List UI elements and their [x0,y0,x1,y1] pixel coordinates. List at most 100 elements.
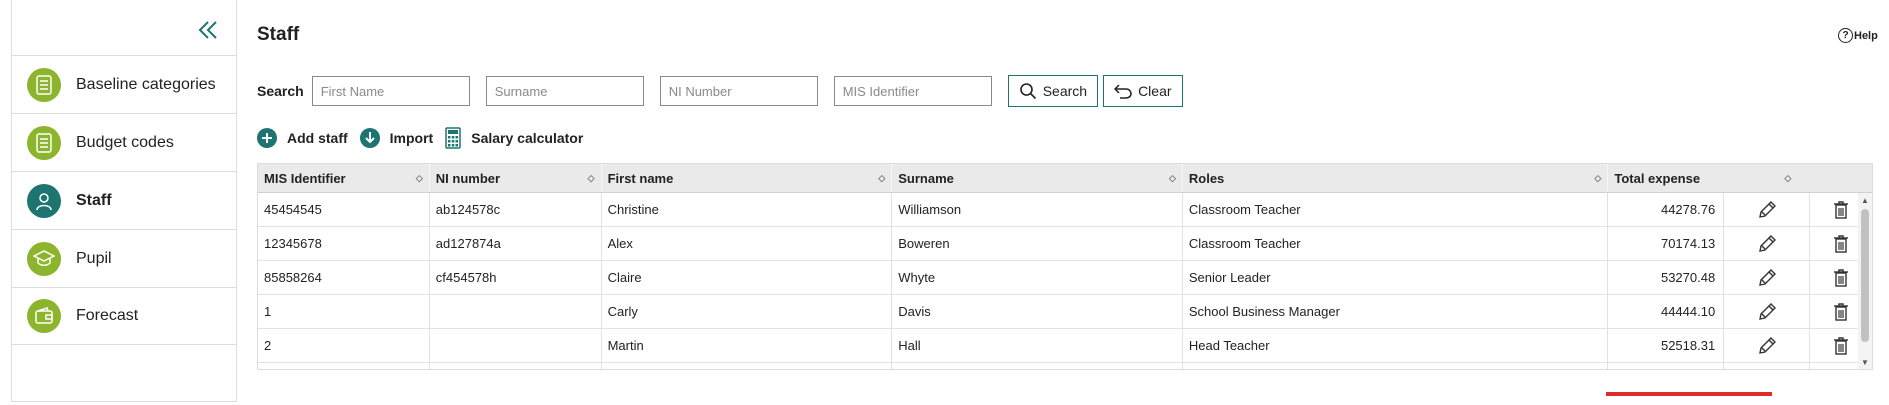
cell-empty [892,363,1183,369]
cell-total-expense: 53270.48 [1608,261,1725,294]
collapse-sidebar-icon[interactable] [197,17,227,47]
cell-total-expense: 44278.76 [1608,193,1725,226]
ni-number-input[interactable] [659,76,818,106]
column-header-label: Roles [1188,170,1225,186]
cell-first-name: Martin [602,329,893,362]
table-scrollbar[interactable]: ▲ ▼ [1858,193,1872,369]
sidebar-item-baseline-categories[interactable]: Baseline categories [12,55,236,113]
cell-mis-identifier: 2 [258,329,430,362]
cell-roles: Head Teacher [1183,329,1609,362]
cell-first-name: Carly [602,295,893,328]
scrollbar-thumb[interactable] [1861,209,1869,342]
add-staff-label: Add staff [287,130,348,146]
column-header-first-name[interactable]: First name ◇ [602,164,893,192]
actions-toolbar: Add staff Import Salary calculator [257,126,595,150]
sidebar: Baseline categories Budget codes Staff P… [11,0,237,402]
sidebar-item-label: Budget codes [76,133,174,151]
cell-first-name: Christine [602,193,893,226]
cell-surname: Davis [892,295,1183,328]
sort-icon: ◇ [587,173,595,183]
clear-button[interactable]: Clear [1103,75,1183,107]
table-row: 1 Carly Davis School Business Manager 44… [258,295,1872,329]
salary-calculator-label: Salary calculator [471,130,584,146]
arrow-down-icon [359,128,380,148]
cell-ni-number: ab124578c [430,193,602,226]
help-icon: ? [1838,28,1853,43]
first-name-input[interactable] [311,76,470,106]
edit-icon[interactable] [1724,227,1811,260]
staff-table: MIS Identifier ◇ NI number ◇ First name ◇ S… [257,163,1873,370]
edit-icon[interactable] [1724,261,1811,294]
search-label: Search [257,83,304,99]
cell-roles: Classroom Teacher [1183,227,1609,260]
table-row: 12345678 ad127874a Alex Boweren Classroo… [258,227,1872,261]
sort-icon: ◇ [878,173,886,183]
cell-surname: Hall [892,329,1183,362]
cell-empty [1724,363,1811,369]
cell-empty [258,363,430,369]
column-header-total-expense[interactable]: Total expense ◇ [1608,164,1872,192]
list-doc-icon [27,67,61,102]
search-button[interactable]: Search [1007,75,1099,107]
column-header-ni-number[interactable]: NI number ◇ [430,164,602,192]
page-title: Staff [257,24,300,45]
table-row: 45454545 ab124578c Christine Williamson … [258,193,1872,227]
scroll-up-icon[interactable]: ▲ [1861,196,1869,205]
cell-mis-identifier: 1 [258,295,430,328]
sidebar-item-label: Forecast [76,307,139,324]
import-button[interactable]: Import [359,128,434,148]
column-header-label: Total expense [1614,170,1701,186]
table-row-partial [258,363,1872,369]
cell-surname: Williamson [892,193,1183,226]
sidebar-item-label: Baseline categories [76,75,216,93]
cell-total-expense: 44444.10 [1608,295,1725,328]
import-label: Import [389,130,434,146]
sidebar-item-label: Staff [76,191,112,209]
sidebar-item-label: Pupil [76,249,112,267]
cell-total-expense: 70174.13 [1608,227,1725,260]
sort-icon: ◇ [1784,173,1792,183]
cell-ni-number [430,329,602,362]
table-row: 2 Martin Hall Head Teacher 52518.31 [258,329,1872,363]
help-link[interactable]: ? Help [1838,28,1878,43]
wallet-icon [27,299,61,333]
table-body: 45454545 ab124578c Christine Williamson … [258,193,1872,369]
column-header-roles[interactable]: Roles ◇ [1183,164,1609,192]
column-header-surname[interactable]: Surname ◇ [892,164,1183,192]
sidebar-item-staff[interactable]: Staff [12,171,236,229]
column-header-mis-identifier[interactable]: MIS Identifier ◇ [258,164,430,192]
search-icon [1019,83,1036,100]
sidebar-nav: Baseline categories Budget codes Staff P… [12,55,236,345]
edit-icon[interactable] [1724,193,1811,226]
cell-empty [1608,363,1725,369]
cell-ni-number: cf454578h [430,261,602,294]
mis-identifier-input[interactable] [833,76,992,106]
sort-icon: ◇ [1168,173,1176,183]
cell-ni-number: ad127874a [430,227,602,260]
sidebar-item-pupil[interactable]: Pupil [12,229,236,287]
cell-empty [430,363,602,369]
add-staff-button[interactable]: Add staff [257,128,348,148]
sidebar-item-budget-codes[interactable]: Budget codes [12,113,236,171]
edit-icon[interactable] [1724,329,1811,362]
cell-first-name: Claire [602,261,893,294]
table-row: 85858264 cf454578h Claire Whyte Senior L… [258,261,1872,295]
sidebar-item-forecast[interactable]: Forecast [12,287,236,345]
cell-roles: Classroom Teacher [1183,193,1609,226]
cell-surname: Whyte [892,261,1183,294]
column-header-label: MIS Identifier [264,170,346,186]
cell-total-expense: 52518.31 [1608,329,1725,362]
column-header-label: Surname [898,170,954,186]
search-button-label: Search [1042,83,1088,99]
help-label: Help [1854,29,1878,42]
table-header: MIS Identifier ◇ NI number ◇ First name ◇ S… [258,164,1872,193]
salary-calculator-button[interactable]: Salary calculator [445,127,583,149]
scroll-down-icon[interactable]: ▼ [1861,358,1869,367]
column-header-label: First name [607,170,674,186]
cell-roles: School Business Manager [1183,295,1609,328]
surname-input[interactable] [485,76,644,106]
edit-icon[interactable] [1724,295,1811,328]
sort-icon: ◇ [415,173,423,183]
cell-ni-number [430,295,602,328]
undo-icon [1114,84,1132,99]
